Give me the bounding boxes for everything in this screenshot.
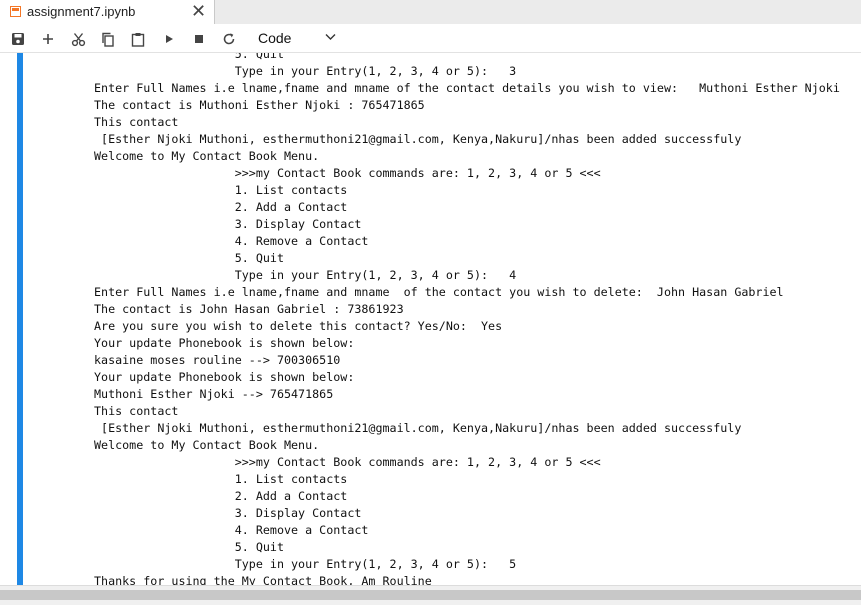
save-icon[interactable] — [10, 31, 26, 47]
output-line: [Esther Njoki Muthoni, esthermuthoni21@g… — [94, 132, 742, 146]
notebook-icon — [10, 6, 21, 17]
cut-icon[interactable] — [70, 31, 86, 47]
output-line: 5. Quit — [94, 540, 284, 554]
stop-icon[interactable] — [191, 31, 207, 47]
output-line: This contact — [94, 404, 179, 418]
plus-icon[interactable] — [40, 31, 56, 47]
output-line: Are you sure you wish to delete this con… — [94, 319, 503, 333]
output-line: >>>my Contact Book commands are: 1, 2, 3… — [94, 455, 601, 469]
output-line: Welcome to My Contact Book Menu. — [94, 438, 320, 452]
output-line: Welcome to My Contact Book Menu. — [94, 149, 320, 163]
output-line: 2. Add a Contact — [94, 200, 348, 214]
output-line: 3. Display Contact — [94, 217, 362, 231]
run-icon[interactable] — [161, 31, 177, 47]
output-line: 5. Quit — [94, 251, 284, 265]
close-icon[interactable]: ✕ — [191, 1, 206, 21]
output-line: Type in your Entry(1, 2, 3, 4 or 5): 5 — [94, 557, 517, 571]
notebook-toolbar: Code — [0, 24, 861, 53]
notebook-cell[interactable]: 5. Quit Type in your Entry(1, 2, 3, 4 or… — [0, 53, 861, 585]
cell-type-select[interactable]: Code — [251, 29, 341, 48]
output-line: Your update Phonebook is shown below: — [94, 336, 355, 350]
output-line: Enter Full Names i.e lname,fname and mna… — [94, 81, 840, 95]
output-line: Type in your Entry(1, 2, 3, 4 or 5): 3 — [94, 64, 517, 78]
output-line: 3. Display Contact — [94, 506, 362, 520]
output-line: The contact is John Hasan Gabriel : 7386… — [94, 302, 404, 316]
output-line: 2. Add a Contact — [94, 489, 348, 503]
output-line: Thanks for using the My Contact Book, Am… — [94, 574, 432, 585]
output-line: 4. Remove a Contact — [94, 523, 369, 537]
output-line: Enter Full Names i.e lname,fname and mna… — [94, 285, 784, 299]
output-line: Muthoni Esther Njoki --> 765471865 — [94, 387, 334, 401]
paste-icon[interactable] — [130, 31, 146, 47]
restart-icon[interactable] — [221, 31, 237, 47]
output-line: The contact is Muthoni Esther Njoki : 76… — [94, 98, 425, 112]
output-line: >>>my Contact Book commands are: 1, 2, 3… — [94, 166, 601, 180]
chevron-down-icon — [325, 34, 336, 40]
horizontal-scrollbar[interactable] — [0, 585, 861, 605]
output-line: kasaine moses rouline --> 700306510 — [94, 353, 341, 367]
cell-type-value: Code — [258, 30, 292, 46]
output-line: This contact — [94, 115, 179, 129]
output-line: Type in your Entry(1, 2, 3, 4 or 5): 4 — [94, 268, 517, 282]
output-line: 1. List contacts — [94, 472, 348, 486]
tab-bar: assignment7.ipynb ✕ — [0, 0, 861, 24]
copy-icon[interactable] — [100, 31, 116, 47]
output-line: 5. Quit — [94, 53, 284, 61]
tab-notebook[interactable]: assignment7.ipynb ✕ — [0, 0, 215, 24]
cell-selection-bar — [17, 53, 23, 585]
cell-output: 5. Quit Type in your Entry(1, 2, 3, 4 or… — [94, 53, 840, 585]
output-line: [Esther Njoki Muthoni, esthermuthoni21@g… — [94, 421, 742, 435]
output-line: 1. List contacts — [94, 183, 348, 197]
scrollbar-thumb[interactable] — [0, 590, 861, 600]
output-line: Your update Phonebook is shown below: — [94, 370, 355, 384]
output-line: 4. Remove a Contact — [94, 234, 369, 248]
tab-title: assignment7.ipynb — [27, 4, 136, 19]
